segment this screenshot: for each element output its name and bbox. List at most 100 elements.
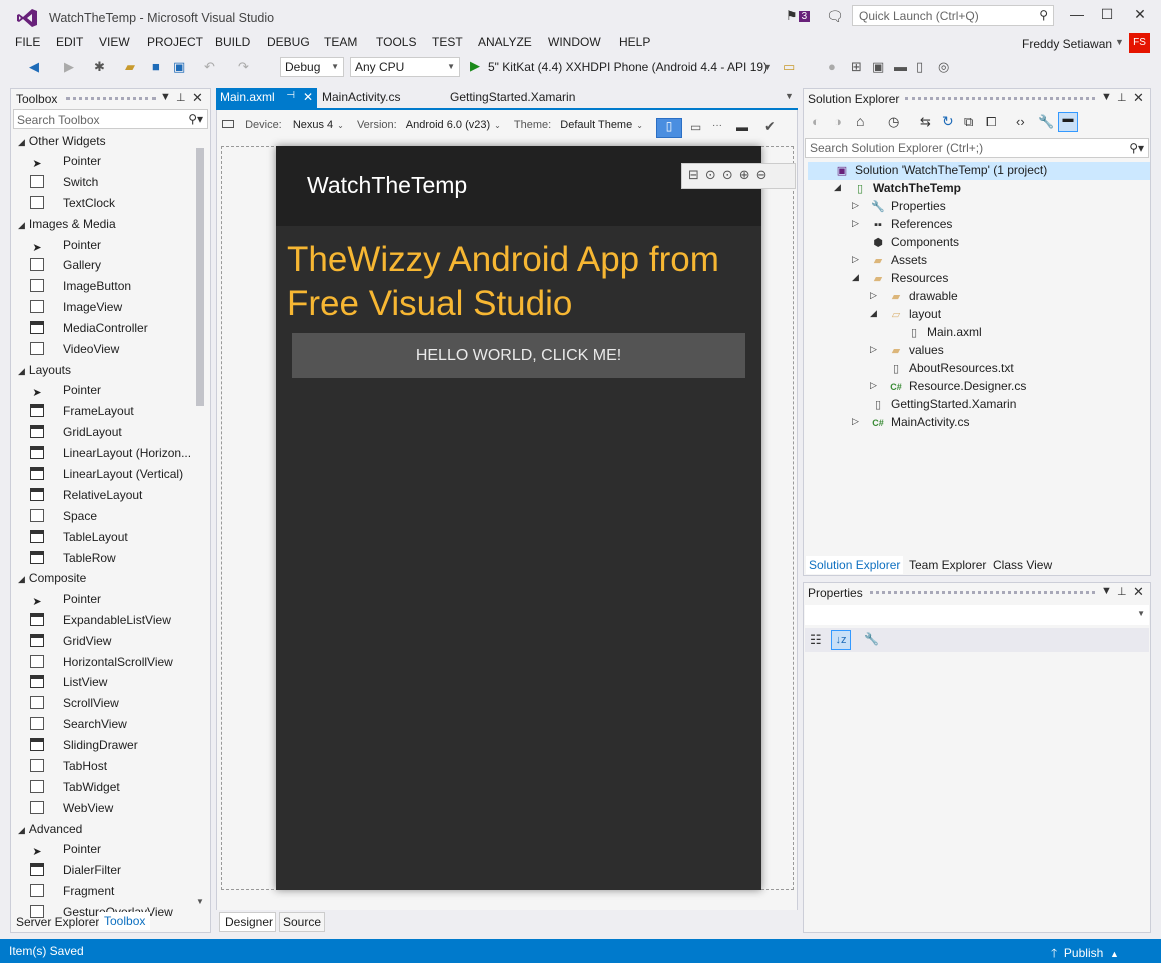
save-icon[interactable]: ■ [152,59,160,74]
chevron-down-icon[interactable]: ⌄ [636,121,643,130]
menu-window[interactable]: WINDOW [548,35,601,49]
solution-tree-item[interactable]: ▷ C# Resource.Designer.cs [870,379,1026,397]
toolbox-item[interactable]: TableRow [30,550,116,571]
solution-tree-item[interactable]: ◢ ▱ layout [870,307,941,325]
fit-icon[interactable]: ⊟ [688,167,705,182]
device-select[interactable]: Nexus 4 [293,119,333,131]
chevron-down-icon[interactable]: ⌄ [494,121,501,130]
toolbox-item[interactable]: GridView [30,633,111,654]
tab-solution-explorer[interactable]: Solution Explorer [806,556,904,574]
start-debugging-icon[interactable]: ▶ [470,58,480,74]
toolbox-item[interactable]: ➤ Pointer [30,842,101,862]
toolbox-item[interactable]: LinearLayout (Vertical) [30,466,183,487]
hello-world-button[interactable]: HELLO WORLD, CLICK ME! [292,333,745,378]
menu-edit[interactable]: EDIT [56,35,83,49]
panel-menu-icon[interactable]: ▼ [1101,91,1112,103]
close-icon[interactable]: ✕ [1133,584,1144,600]
expand-triangle-icon[interactable]: ▷ [852,200,859,211]
toolbox-item[interactable]: ➤ Pointer [30,154,101,174]
toolbox-item[interactable]: TableLayout [30,529,128,550]
close-window-button[interactable]: ✕ [1126,6,1154,26]
wrench-icon[interactable]: 🔧 [864,632,879,646]
tab-mainactivity[interactable]: MainActivity.cs [322,90,400,104]
toolbox-item[interactable]: ➤ Pointer [30,383,101,403]
menu-project[interactable]: PROJECT [147,35,203,49]
tab-team-explorer[interactable]: Team Explorer [909,558,986,572]
menu-help[interactable]: HELP [619,35,650,49]
expand-triangle-icon[interactable]: ▷ [852,254,859,265]
expand-triangle-icon[interactable]: ▷ [870,380,877,391]
collapse-triangle-icon[interactable]: ◢ [834,182,841,193]
forward-icon[interactable]: ◑ [834,114,842,129]
forward-icon[interactable]: ▶ [64,59,74,75]
configuration-select[interactable]: Debug ▼ [280,57,344,77]
tab-class-view[interactable]: Class View [993,558,1052,572]
toolbox-search-input[interactable]: Search Toolbox ⚲▾ [13,109,208,129]
tab-gettingstarted[interactable]: GettingStarted.Xamarin [450,90,575,104]
menu-build[interactable]: BUILD [215,35,250,49]
toolbox-scrollbar[interactable] [196,148,204,406]
chevron-down-icon[interactable]: ▼ [785,91,794,101]
toolbox-item[interactable]: FrameLayout [30,404,134,424]
toolbox-item[interactable]: GridLayout [30,425,122,445]
version-select[interactable]: Android 6.0 (v23) [406,119,490,131]
properties-object-select[interactable]: ▼ [805,605,1149,625]
toolbox-item[interactable]: ImageView [30,300,122,320]
toolbox-item[interactable]: VideoView [30,342,119,362]
toolbox-item[interactable]: MediaController [30,321,148,341]
panel-grip[interactable] [870,591,1095,594]
toolbox-item[interactable]: ➤ Pointer [30,592,101,612]
sync-icon[interactable]: ⇆ [920,114,931,130]
solution-tree-item[interactable]: ▣ Solution 'WatchTheTemp' (1 project) [817,163,1047,181]
menu-test[interactable]: TEST [432,35,463,49]
chevron-down-icon[interactable]: ▼ [763,62,772,72]
panel-menu-icon[interactable]: ▼ [160,91,171,103]
menu-view[interactable]: VIEW [99,35,130,49]
toolbox-group-header[interactable]: ◢ Composite [18,571,86,585]
menu-tools[interactable]: TOOLS [376,35,416,49]
toolbox-item[interactable]: ExpandableListView [30,612,171,633]
pin-icon[interactable]: ⊥ [1117,91,1127,104]
zoom-out-icon[interactable]: ⊖ [756,167,773,182]
solution-tree-item[interactable]: ▯ Main.axml [889,325,982,343]
avatar[interactable]: FS [1129,33,1150,53]
zoom-fit-icon[interactable]: ⊙ [722,167,739,182]
toolbox-item[interactable]: RelativeLayout [30,487,142,508]
platform-select[interactable]: Any CPU ▼ [350,57,460,77]
categorized-icon[interactable]: ☷ [810,632,822,648]
menu-debug[interactable]: DEBUG [267,35,310,49]
solution-tree-item[interactable]: ◢ ▰ Resources [852,271,948,289]
zoom-actual-icon[interactable]: ⊙ [705,167,722,182]
close-icon[interactable]: ✕ [1133,90,1144,106]
preview-selected-icon[interactable]: ▬ [1058,112,1078,132]
toolbox-item[interactable]: ListView [30,675,107,695]
toolbox-item[interactable]: Fragment [30,883,114,904]
panel-menu-icon[interactable]: ▼ [1101,585,1112,597]
tab-source[interactable]: Source [279,912,325,932]
alphabetical-icon[interactable]: ↓z [831,630,851,650]
panel-grip[interactable] [66,97,156,100]
solution-tree-item[interactable]: ◢ ▯ WatchTheTemp [834,181,961,199]
toolbox-item[interactable]: TextClock [30,196,115,216]
pending-changes-icon[interactable]: ◷ [888,114,899,130]
pin-icon[interactable]: ⊥ [176,91,186,104]
notifications-button[interactable]: ⚑ 3 [786,8,811,24]
settings-icon[interactable]: ◎ [938,59,949,75]
solution-tree-item[interactable]: ⬢ Components [853,235,959,253]
tab-main-axml[interactable]: Main.axml ⊣ ✕ [216,88,317,108]
undo-icon[interactable]: ↶ [204,59,215,75]
solution-search-input[interactable]: Search Solution Explorer (Ctrl+;) ⚲▾ [805,138,1149,158]
user-name[interactable]: Freddy Setiawan [1022,37,1112,51]
tab-toolbox[interactable]: Toolbox [99,912,151,930]
close-icon[interactable]: ✕ [303,90,313,104]
pin-icon[interactable]: ⊣ [286,90,295,101]
toolbox-item[interactable]: ➤ Pointer [30,238,101,258]
view-code-icon[interactable]: ‹› [1016,114,1025,129]
app-heading-text[interactable]: TheWizzy Android App from Free Visual St… [287,238,727,326]
theme-select[interactable]: Default Theme [560,119,632,131]
toolbox-group-header[interactable]: ◢ Layouts [18,363,71,377]
solution-tree-item[interactable]: ▷ 🔧 Properties [852,199,946,217]
menu-file[interactable]: FILE [15,35,40,49]
maximize-button[interactable]: ☐ [1093,6,1121,26]
solution-tree-item[interactable]: ▯ GettingStarted.Xamarin [853,397,1016,415]
